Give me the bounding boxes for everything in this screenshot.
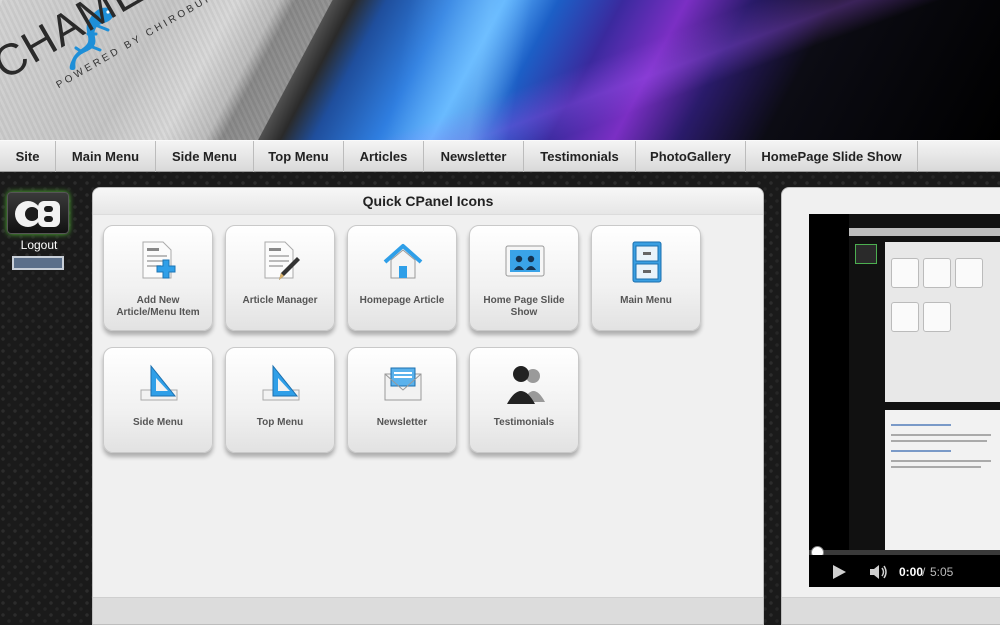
tile-label: Main Menu: [620, 295, 672, 306]
tile-label: Top Menu: [256, 417, 304, 428]
slideshow-icon: [505, 245, 545, 277]
logout-button[interactable]: [12, 256, 64, 270]
play-icon[interactable]: [831, 564, 847, 580]
add-article-icon: [142, 241, 176, 279]
tile-top-menu[interactable]: Top Menu: [225, 347, 335, 453]
nav-item-photogallery[interactable]: PhotoGallery: [636, 141, 746, 172]
tile-testimonials[interactable]: Testimonials: [469, 347, 579, 453]
panel-footer: [93, 597, 763, 624]
nav-item-newsletter[interactable]: Newsletter: [424, 141, 524, 172]
tile-label: Testimonials: [493, 417, 555, 428]
tile-add-new-article[interactable]: Add New Article/Menu Item: [103, 225, 213, 331]
tile-newsletter[interactable]: Newsletter: [347, 347, 457, 453]
article-edit-icon: [264, 241, 300, 280]
triangle-ruler-icon: [140, 364, 178, 401]
tile-label: Side Menu: [132, 417, 183, 428]
nav-item-articles[interactable]: Articles: [344, 141, 424, 172]
envelope-icon: [384, 367, 422, 401]
panel-title: Quick CPanel Icons: [93, 188, 763, 215]
nav-item-testimonials[interactable]: Testimonials: [524, 141, 636, 172]
tile-side-menu[interactable]: Side Menu: [103, 347, 213, 453]
tile-label: Add New Article/Menu Item: [116, 295, 200, 318]
header-banner: CHAMELEON POWERED BY CHIROBUILT: [0, 0, 1000, 140]
tile-label: Homepage Article: [359, 295, 445, 306]
users-icon: [507, 366, 545, 404]
volume-icon[interactable]: [869, 564, 889, 580]
sidebar: Logout: [3, 186, 75, 286]
home-icon: [383, 244, 423, 279]
tile-article-manager[interactable]: Article Manager: [225, 225, 335, 331]
quick-cpanel: Quick CPanel Icons Add New Article/Menu …: [92, 187, 764, 625]
video-controls: 0:00 / 5:05: [809, 555, 1000, 587]
video-panel-footer: [782, 597, 1000, 624]
top-nav: Site Main Menu Side Menu Top Menu Articl…: [0, 140, 1000, 172]
tile-label: Home Page Slide Show: [483, 295, 565, 318]
nav-item-side-menu[interactable]: Side Menu: [156, 141, 254, 172]
video-duration: 5:05: [930, 565, 954, 579]
cabinet-icon: [632, 241, 662, 283]
tutorial-video[interactable]: 0:00 / 5:05: [809, 214, 1000, 587]
nav-item-homepage-slide-show[interactable]: HomePage Slide Show: [746, 141, 918, 172]
logout-label[interactable]: Logout: [3, 238, 75, 252]
triangle-ruler-icon: [262, 364, 300, 401]
nav-item-top-menu[interactable]: Top Menu: [254, 141, 344, 172]
tile-home-page-slide-show[interactable]: Home Page Slide Show: [469, 225, 579, 331]
video-current-time: 0:00: [899, 565, 924, 579]
video-time-separator: /: [922, 565, 926, 579]
nav-item-site[interactable]: Site: [0, 141, 56, 172]
tile-main-menu[interactable]: Main Menu: [591, 225, 701, 331]
tile-homepage-article[interactable]: Homepage Article: [347, 225, 457, 331]
nav-item-main-menu[interactable]: Main Menu: [56, 141, 156, 172]
video-panel: 0:00 / 5:05: [781, 187, 1000, 625]
video-frame: [849, 214, 1000, 550]
tile-label: Newsletter: [376, 417, 428, 428]
tile-label: Article Manager: [242, 295, 318, 306]
cb-logo-icon: [15, 201, 60, 227]
cb-logo: [7, 192, 69, 234]
